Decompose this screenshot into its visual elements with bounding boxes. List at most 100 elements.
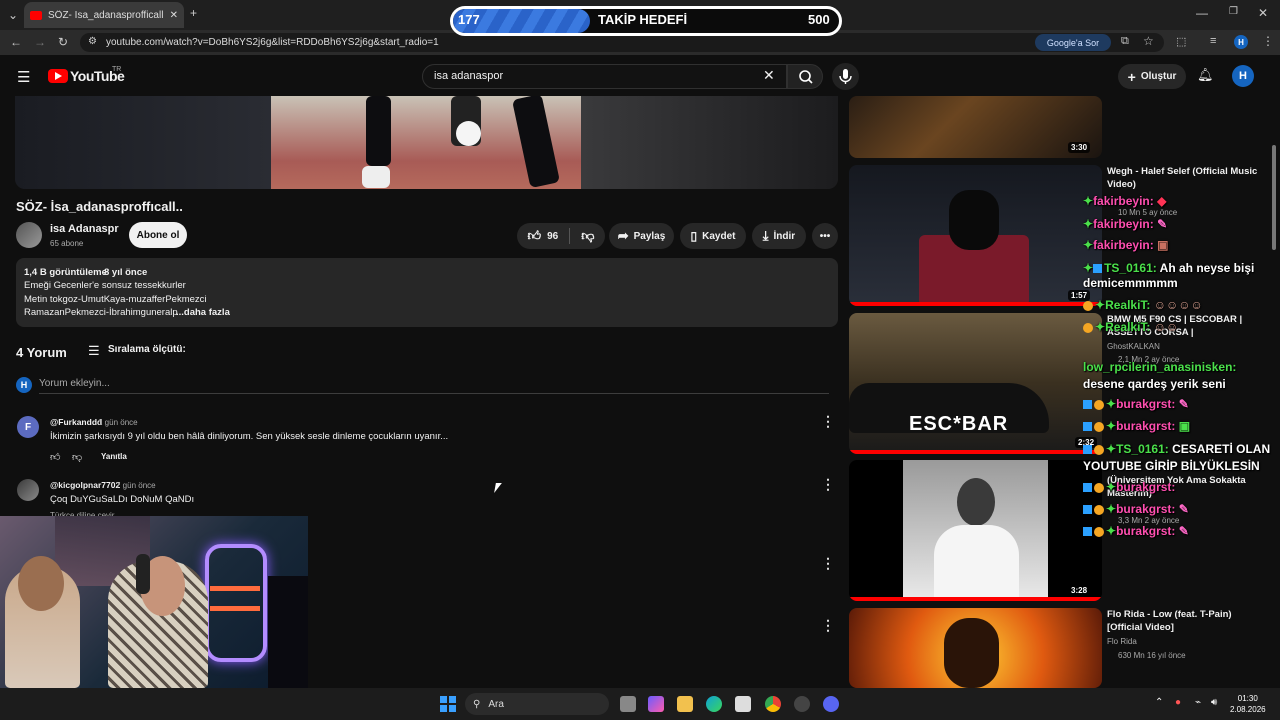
channel-avatar[interactable] [16, 222, 42, 248]
subscribe-button[interactable]: Abone ol [129, 222, 187, 248]
download-button[interactable]: ⤓ İndir [752, 223, 806, 249]
comment-menu-icon[interactable]: ⋮ [821, 617, 835, 634]
chat-username: TS_0161: [1104, 261, 1157, 275]
file-explorer-icon[interactable] [677, 696, 693, 712]
youtube-logo-icon[interactable] [48, 69, 68, 83]
show-more-link[interactable]: ...daha fazla [176, 307, 230, 318]
chat-username: burakgrst: [1116, 397, 1176, 411]
tab-list-icon[interactable]: ⌄ [8, 8, 18, 22]
sort-button[interactable]: Sıralama ölçütü: [108, 344, 186, 355]
thumbs-down-icon[interactable]: 👎︎ [581, 228, 594, 244]
chat-username: burakgrst: [1116, 524, 1176, 538]
chat-badge-icon [1083, 400, 1092, 410]
chat-badge-icon: ✦ [1083, 217, 1094, 231]
comment-author[interactable]: @kicgolpnar7702 [50, 480, 120, 490]
tab-close-icon[interactable]: ✕ [170, 10, 178, 21]
sort-icon[interactable]: ☰ [88, 343, 100, 359]
clear-search-icon[interactable]: ✕ [763, 67, 775, 84]
more-actions-button[interactable]: ••• [812, 223, 838, 249]
commenter-avatar[interactable] [17, 479, 39, 501]
browser-tab[interactable]: SÖZ- İsa_adanasprofficall.. - Yo ✕ [24, 2, 184, 28]
comment-like-icon[interactable]: 👍︎ [50, 451, 60, 463]
back-icon[interactable]: ← [10, 35, 22, 49]
commenter-avatar[interactable]: F [17, 416, 39, 438]
comment-menu-icon[interactable]: ⋮ [821, 476, 835, 493]
chat-badge-icon [1094, 504, 1104, 515]
profile-avatar-icon[interactable]: H [1234, 35, 1248, 49]
related-video-thumbnail[interactable]: ESC*BAR [849, 313, 1102, 454]
discord-icon[interactable] [823, 696, 839, 712]
url-text: youtube.com/watch?v=DoBh6YS2j6g&list=RDD… [106, 37, 439, 48]
related-video-thumbnail[interactable] [849, 165, 1102, 306]
clock[interactable]: 01:30 2.08.2026 [1230, 693, 1266, 715]
reading-list-icon[interactable]: ≡ [1210, 35, 1216, 47]
comment-menu-icon[interactable]: ⋮ [821, 555, 835, 572]
chat-badge-icon: ✦ [1106, 480, 1117, 494]
comment-time: 1 gün önce [98, 418, 138, 427]
hamburger-menu-icon[interactable]: ☰ [17, 68, 30, 86]
search-button[interactable] [787, 64, 823, 89]
related-video-thumbnail[interactable] [849, 96, 1102, 158]
save-label: Kaydet [702, 230, 736, 242]
search-icon: ⚲ [473, 698, 481, 710]
related-video-title[interactable]: Wegh - Halef Selef (Official Music Video… [1107, 165, 1267, 191]
add-comment-input[interactable]: Yorum ekleyin... [39, 378, 110, 389]
sidebar-scrollbar[interactable] [1272, 145, 1276, 250]
emote-icon: ◆ [1153, 194, 1167, 208]
chat-message: ✦fakirbeyin: ▣ [1083, 238, 1168, 252]
google-ask-button[interactable]: Google'a Sor [1035, 34, 1111, 51]
related-video-thumbnail[interactable] [849, 608, 1102, 688]
start-button-icon[interactable] [440, 696, 456, 712]
like-count: 96 [547, 230, 559, 242]
related-video-title[interactable]: Flo Rida - Low (feat. T-Pain) [Official … [1107, 608, 1267, 634]
comment-count: 4 Yorum [16, 345, 67, 360]
task-view-icon[interactable] [620, 696, 636, 712]
video-player[interactable] [15, 96, 838, 189]
voice-search-button[interactable] [832, 63, 859, 90]
region-code: TR [112, 66, 122, 73]
edge-icon[interactable] [706, 696, 722, 712]
related-video-meta: 10 Mn 5 ay önce [1118, 208, 1178, 217]
share-button[interactable]: ➦ Paylaş [609, 223, 674, 249]
copilot-icon[interactable] [648, 696, 664, 712]
account-avatar[interactable]: H [1232, 65, 1254, 87]
save-button[interactable]: ▯ Kaydet [680, 223, 746, 249]
chat-badge-icon: ✦ [1106, 442, 1117, 456]
notifications-bell-icon[interactable]: 🔔︎ [1197, 67, 1214, 83]
bookmark-star-icon[interactable]: ☆ [1143, 34, 1154, 48]
related-video-channel[interactable]: Flo Rida [1107, 637, 1137, 646]
microphone-tray-icon[interactable]: ● [1175, 697, 1181, 708]
comment-author[interactable]: @Furkanddd [50, 417, 102, 427]
reload-icon[interactable]: ↻ [58, 35, 68, 49]
chrome-icon[interactable] [765, 696, 781, 712]
clock-time: 01:30 [1237, 694, 1258, 703]
tray-overflow-icon[interactable]: ⌃ [1155, 697, 1163, 708]
taskbar-search[interactable]: ⚲ Ara [465, 693, 609, 715]
obs-icon[interactable] [794, 696, 810, 712]
chat-badge-icon [1083, 483, 1092, 493]
chat-message: ✦burakgrst: ✎ [1083, 502, 1189, 516]
install-icon[interactable]: ⧉ [1121, 35, 1129, 48]
new-tab-button[interactable]: + [190, 6, 197, 20]
like-button[interactable]: 👍︎ 96 [528, 228, 559, 244]
browser-menu-icon[interactable]: ⋮ [1262, 34, 1274, 48]
related-video-channel[interactable]: GhostKALKAN [1107, 342, 1160, 351]
minimize-icon[interactable]: — [1196, 6, 1208, 20]
reply-button[interactable]: Yanıtla [101, 452, 127, 461]
maximize-icon[interactable]: ❐ [1229, 6, 1238, 17]
network-icon[interactable]: ⌁ [1195, 697, 1201, 708]
forward-icon[interactable]: → [34, 35, 46, 49]
window-close-icon[interactable]: ✕ [1258, 6, 1268, 20]
channel-name[interactable]: isa Adanaspr [50, 223, 119, 235]
volume-icon[interactable]: 🔊︎ [1211, 697, 1217, 708]
create-button[interactable]: + Oluştur [1118, 64, 1186, 89]
view-count: 1,4 B görüntüleme [24, 267, 107, 278]
emote-icon: ▣ [1175, 419, 1191, 433]
store-icon[interactable] [735, 696, 751, 712]
extensions-icon[interactable]: ⬚ [1176, 35, 1186, 48]
comment-dislike-icon[interactable]: 👎︎ [72, 451, 82, 463]
comment-menu-icon[interactable]: ⋮ [821, 413, 835, 430]
like-dislike-group: 👍︎ 96 👎︎ [517, 223, 605, 249]
site-info-icon[interactable]: ⚙ [88, 36, 97, 47]
related-video-thumbnail[interactable] [849, 460, 1102, 601]
